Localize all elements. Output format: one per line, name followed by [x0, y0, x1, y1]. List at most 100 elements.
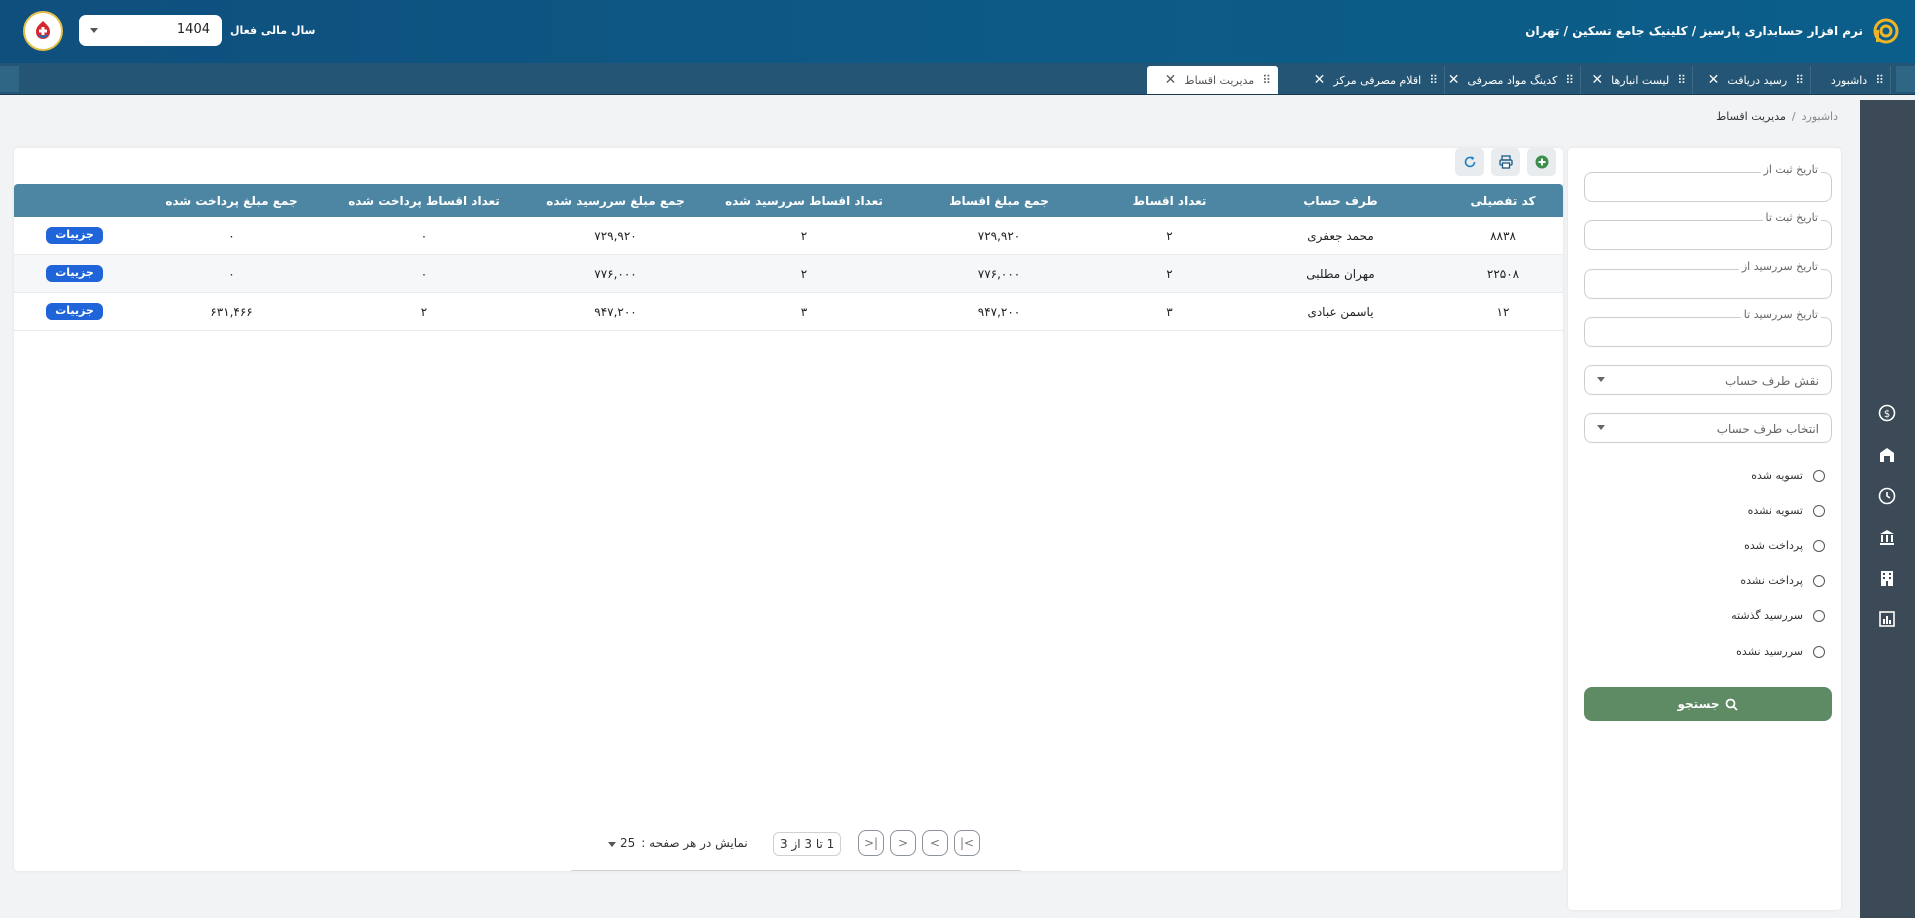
reg-date-to-label: تاریخ ثبت تا	[1762, 211, 1821, 224]
col-paid-count[interactable]: تعداد اقساط پرداخت شده	[328, 184, 520, 217]
radio-overdue[interactable]: سررسید گذشته	[1731, 609, 1825, 622]
col-detail-code[interactable]: کد تفصیلی	[1443, 184, 1563, 217]
close-icon[interactable]: ✕	[1314, 73, 1326, 87]
tab-label: رسید دریافت	[1727, 73, 1788, 87]
table-row[interactable]: ۲۲۵۰۸ مهران مطلبی ۲ ۷۷۶,۰۰۰ ۲ ۷۷۶,۰۰۰ ۰ …	[14, 254, 1563, 293]
breadcrumb: داشبورد / مدیریت اقساط	[1716, 110, 1838, 123]
fiscal-year-select[interactable]: 1404	[79, 15, 222, 46]
close-icon[interactable]: ✕	[1591, 73, 1603, 87]
radio-settled[interactable]: تسویه شده	[1751, 469, 1825, 482]
org-emblem-icon	[36, 21, 50, 39]
add-button[interactable]	[1527, 148, 1556, 176]
cell-installment-sum: ۷۲۹,۹۲۰	[897, 217, 1101, 255]
tab-center-consumables[interactable]: ⠿ اقلام مصرفی مرکز ✕	[1313, 66, 1445, 94]
bank-icon[interactable]	[1878, 528, 1896, 546]
breadcrumb-home[interactable]: داشبورد	[1802, 110, 1838, 123]
cell-installment-count: ۲	[1101, 217, 1238, 255]
due-date-from-field[interactable]: تاریخ سررسید از	[1584, 260, 1832, 299]
org-logo-icon[interactable]	[23, 11, 63, 51]
col-party[interactable]: طرف حساب	[1238, 184, 1443, 217]
cell-installment-count: ۳	[1101, 292, 1238, 331]
close-icon[interactable]: ✕	[1165, 73, 1177, 87]
col-due-sum[interactable]: جمع مبلغ سررسید شده	[520, 184, 711, 217]
radio-label: پرداخت نشده	[1740, 574, 1803, 587]
details-button[interactable]: جزییات	[46, 303, 103, 320]
dollar-icon[interactable]: $	[1878, 404, 1896, 422]
drag-handle-icon[interactable]: ⠿	[1565, 73, 1574, 87]
cell-paid-sum: ۰	[135, 217, 328, 255]
radio-circle[interactable]	[1813, 574, 1825, 587]
per-page: نمایش در هر صفحه : 25	[608, 836, 748, 850]
last-page-button[interactable]: >|	[858, 830, 884, 856]
drag-handle-icon[interactable]: ⠿	[1429, 73, 1438, 87]
report-icon[interactable]	[1878, 610, 1896, 628]
drag-handle-icon[interactable]: ⠿	[1677, 73, 1686, 87]
radio-circle[interactable]	[1813, 504, 1825, 517]
per-page-select[interactable]: 25	[608, 836, 635, 850]
radio-label: تسویه شده	[1751, 469, 1803, 482]
drag-handle-icon[interactable]: ⠿	[1875, 73, 1884, 87]
per-page-value: 25	[620, 836, 636, 850]
cell-installment-count: ۲	[1101, 254, 1238, 293]
due-date-to-label: تاریخ سررسید تا	[1740, 308, 1821, 321]
tabs-scroll-right[interactable]	[1896, 66, 1915, 92]
tab-receipt[interactable]: ⠿ رسید دریافت ✕	[1693, 66, 1811, 94]
search-button[interactable]: جستجو	[1584, 687, 1832, 721]
table-row[interactable]: ۸۸۳۸ محمد جعفری ۲ ۷۲۹,۹۲۰ ۲ ۷۲۹,۹۲۰ ۰ ۰ …	[14, 217, 1563, 255]
details-button[interactable]: جزییات	[46, 227, 103, 244]
tab-warehouses[interactable]: ⠿ لیست انبارها ✕	[1581, 66, 1693, 94]
drag-handle-icon[interactable]: ⠿	[1262, 73, 1271, 87]
next-page-button[interactable]: >	[890, 830, 916, 856]
col-installment-sum[interactable]: جمع مبلغ اقساط	[897, 184, 1101, 217]
cell-paid-count: ۰	[328, 254, 520, 293]
breadcrumb-separator: /	[1791, 110, 1796, 123]
due-date-from-label: تاریخ سررسید از	[1738, 260, 1821, 273]
building-icon[interactable]	[1878, 569, 1896, 587]
refresh-icon	[1464, 156, 1475, 168]
tab-label: لیست انبارها	[1611, 73, 1670, 87]
radio-circle[interactable]	[1813, 645, 1825, 658]
radio-paid[interactable]: پرداخت شده	[1744, 539, 1825, 552]
radio-unsettled[interactable]: تسویه نشده	[1748, 504, 1825, 517]
print-button[interactable]	[1491, 148, 1520, 176]
radio-not-due[interactable]: سررسید نشده	[1736, 645, 1825, 658]
next-page-icon: >	[897, 836, 909, 850]
party-role-select[interactable]: نقش طرف حساب	[1584, 365, 1832, 395]
refresh-button[interactable]	[1455, 148, 1484, 176]
radio-circle[interactable]	[1813, 609, 1825, 622]
radio-circle[interactable]	[1813, 469, 1825, 482]
party-select-placeholder: انتخاب طرف حساب	[1716, 422, 1819, 436]
prev-page-button[interactable]: <	[922, 830, 948, 856]
prev-page-icon: <	[929, 836, 941, 850]
col-installment-count[interactable]: تعداد اقساط	[1101, 184, 1238, 217]
col-paid-sum[interactable]: جمع مبلغ پرداخت شده	[135, 184, 328, 217]
chevron-down-icon	[1597, 377, 1605, 382]
tabs-scroll-left[interactable]	[0, 66, 19, 92]
close-icon[interactable]: ✕	[1708, 73, 1720, 87]
tab-installments[interactable]: ⠿ مدیریت اقساط ✕	[1147, 66, 1278, 94]
tab-dashboard[interactable]: ⠿ داشبورد	[1811, 66, 1891, 94]
party-select[interactable]: انتخاب طرف حساب	[1584, 413, 1832, 443]
drag-handle-icon[interactable]: ⠿	[1795, 73, 1804, 87]
cell-paid-sum: ۰	[135, 254, 328, 293]
tab-label: اقلام مصرفی مرکز	[1333, 73, 1422, 87]
cell-due-count: ۳	[711, 292, 897, 331]
close-icon[interactable]: ✕	[1448, 73, 1460, 87]
due-date-to-field[interactable]: تاریخ سررسید تا	[1584, 308, 1832, 347]
history-icon[interactable]	[1878, 487, 1896, 505]
chevron-down-icon	[90, 28, 98, 33]
col-due-count[interactable]: تعداد اقساط سررسید شده	[711, 184, 897, 217]
table-row[interactable]: ۱۲ یاسمن عبادی ۳ ۹۴۷,۲۰۰ ۳ ۹۴۷,۲۰۰ ۲ ۶۳۱…	[14, 292, 1563, 331]
chevron-down-icon	[608, 841, 616, 847]
details-button[interactable]: جزییات	[46, 265, 103, 282]
radio-circle[interactable]	[1813, 539, 1825, 552]
first-page-button[interactable]: |<	[954, 830, 980, 856]
tab-consumables-coding[interactable]: ⠿ کدینگ مواد مصرفی ✕	[1445, 66, 1581, 94]
reg-date-from-field[interactable]: تاریخ ثبت از	[1584, 163, 1832, 202]
cell-paid-count: ۰	[328, 217, 520, 255]
fiscal-year: 1404 سال مالی فعال	[79, 15, 315, 46]
reg-date-to-field[interactable]: تاریخ ثبت تا	[1584, 211, 1832, 250]
radio-unpaid[interactable]: پرداخت نشده	[1740, 574, 1825, 587]
warehouse-icon[interactable]	[1878, 446, 1896, 464]
cell-party: یاسمن عبادی	[1238, 292, 1443, 331]
